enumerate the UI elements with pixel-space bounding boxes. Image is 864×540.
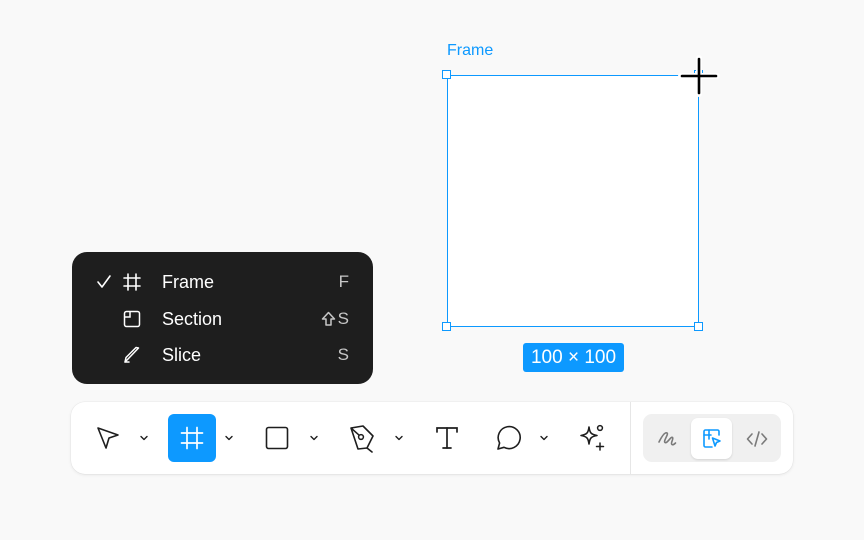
pen-tool-dropdown[interactable] bbox=[392, 431, 406, 445]
mode-switcher bbox=[643, 414, 781, 462]
actions-tool-button[interactable] bbox=[568, 414, 616, 462]
frame-name-label[interactable]: Frame bbox=[447, 41, 493, 61]
move-tool-button[interactable] bbox=[84, 414, 132, 462]
dimensions-badge: 100 × 100 bbox=[523, 343, 624, 372]
sparkle-icon bbox=[580, 424, 605, 451]
design-mode-button[interactable] bbox=[691, 418, 732, 459]
chevron-down-icon bbox=[225, 435, 233, 441]
checkmark-icon bbox=[97, 275, 111, 288]
text-tool-button[interactable] bbox=[423, 414, 471, 462]
chevron-down-icon bbox=[395, 435, 403, 441]
crosshair-cursor-icon bbox=[678, 55, 720, 97]
toolbar-divider bbox=[630, 402, 631, 474]
bottom-toolbar bbox=[71, 402, 793, 474]
menu-item-section[interactable]: Section S bbox=[72, 301, 373, 338]
frame-tool-button[interactable] bbox=[168, 414, 216, 462]
dev-mode-button[interactable] bbox=[736, 418, 777, 459]
section-icon bbox=[123, 310, 141, 327]
menu-item-frame[interactable]: Frame F bbox=[72, 264, 373, 301]
menu-item-label: Frame bbox=[162, 272, 215, 292]
frame-selection[interactable] bbox=[447, 75, 699, 327]
slice-icon bbox=[124, 346, 140, 363]
shape-tool-button[interactable] bbox=[253, 414, 301, 462]
resize-handle-bottom-left[interactable] bbox=[442, 322, 451, 331]
frame-icon bbox=[180, 426, 204, 450]
frame-tool-dropdown[interactable] bbox=[222, 431, 236, 445]
resize-handle-top-left[interactable] bbox=[442, 70, 451, 79]
chevron-down-icon bbox=[540, 435, 548, 441]
menu-item-slice[interactable]: Slice S bbox=[72, 337, 373, 374]
frame-tool-menu: Frame F Section S Slice S bbox=[72, 252, 373, 384]
design-mode-icon bbox=[702, 428, 721, 448]
move-tool-dropdown[interactable] bbox=[137, 431, 151, 445]
rectangle-icon bbox=[265, 426, 289, 450]
draw-squiggle-icon bbox=[657, 431, 676, 446]
pen-tool-button[interactable] bbox=[338, 414, 386, 462]
code-icon bbox=[746, 430, 767, 447]
chevron-down-icon bbox=[310, 435, 318, 441]
shape-tool-dropdown[interactable] bbox=[307, 431, 321, 445]
chevron-down-icon bbox=[140, 435, 148, 441]
menu-item-shortcut: S bbox=[337, 345, 349, 364]
pen-icon bbox=[350, 425, 374, 453]
draw-mode-button[interactable] bbox=[646, 418, 687, 459]
resize-handle-bottom-right[interactable] bbox=[694, 322, 703, 331]
shift-icon bbox=[321, 311, 335, 326]
comment-icon bbox=[497, 425, 521, 450]
menu-item-shortcut: F bbox=[338, 272, 349, 291]
text-icon bbox=[436, 427, 458, 449]
menu-item-label: Slice bbox=[162, 345, 202, 365]
frame-icon bbox=[123, 273, 141, 291]
menu-item-label: Section bbox=[162, 308, 223, 329]
menu-item-shortcut: S bbox=[321, 308, 349, 330]
comment-tool-button[interactable] bbox=[484, 414, 532, 462]
move-cursor-icon bbox=[97, 427, 119, 449]
comment-tool-dropdown[interactable] bbox=[537, 431, 551, 445]
